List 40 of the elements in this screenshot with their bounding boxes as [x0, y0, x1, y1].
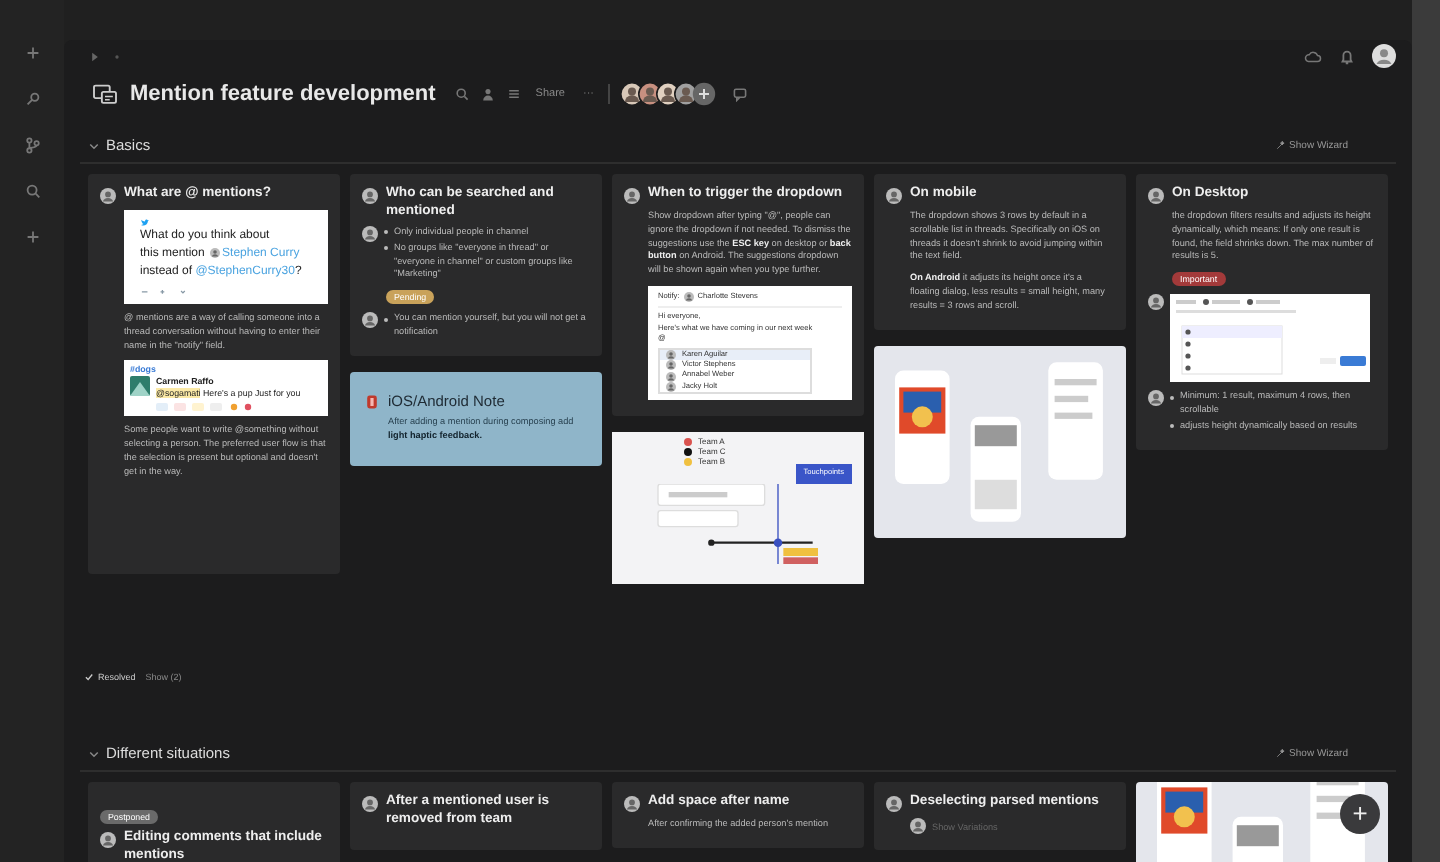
avatar-icon: [1148, 188, 1164, 204]
avatar-icon: [683, 292, 694, 303]
wand-icon: [1275, 140, 1286, 150]
avatar-icon: [910, 818, 926, 834]
avatar-icon: [100, 832, 116, 848]
reactions-icon: [156, 402, 256, 413]
wand-icon: [1275, 748, 1286, 758]
avatar-icon: [362, 796, 378, 812]
avatar-icon: [1148, 294, 1164, 311]
collapse-icon[interactable]: [88, 747, 100, 759]
avatar-icon: [210, 247, 221, 257]
add-icon[interactable]: [23, 228, 41, 246]
bell-icon[interactable]: [1338, 47, 1356, 65]
branch-icon[interactable]: [23, 136, 41, 154]
forward-icon[interactable]: [88, 49, 102, 63]
chat-icon[interactable]: [731, 86, 748, 102]
check-icon: [84, 671, 94, 681]
avatar-icon: [100, 188, 116, 204]
search-icon[interactable]: [23, 182, 41, 200]
avatar-icon: [362, 188, 378, 204]
avatar-icon: [624, 796, 640, 812]
page-title: Mention feature development: [130, 82, 436, 106]
avatar-icon: [362, 226, 378, 242]
add-icon[interactable]: [23, 44, 41, 62]
avatar-icon: [130, 376, 150, 397]
dot-icon: [110, 49, 124, 63]
avatar-icon: [362, 312, 378, 329]
cloud-icon[interactable]: [1304, 47, 1322, 65]
avatar-icon: [624, 188, 640, 204]
bird-icon: [140, 218, 150, 228]
avatar-icon: [1148, 390, 1164, 407]
avatar-icon: [886, 188, 902, 204]
avatar-icon: [886, 796, 902, 812]
sliders-icon[interactable]: [505, 86, 522, 102]
search-icon[interactable]: [453, 86, 470, 102]
user-avatar[interactable]: [1372, 44, 1396, 68]
add-member-icon[interactable]: [691, 82, 716, 106]
comments-icon: [92, 83, 118, 105]
collapse-icon[interactable]: [88, 139, 100, 151]
phone-icon: [364, 393, 380, 410]
